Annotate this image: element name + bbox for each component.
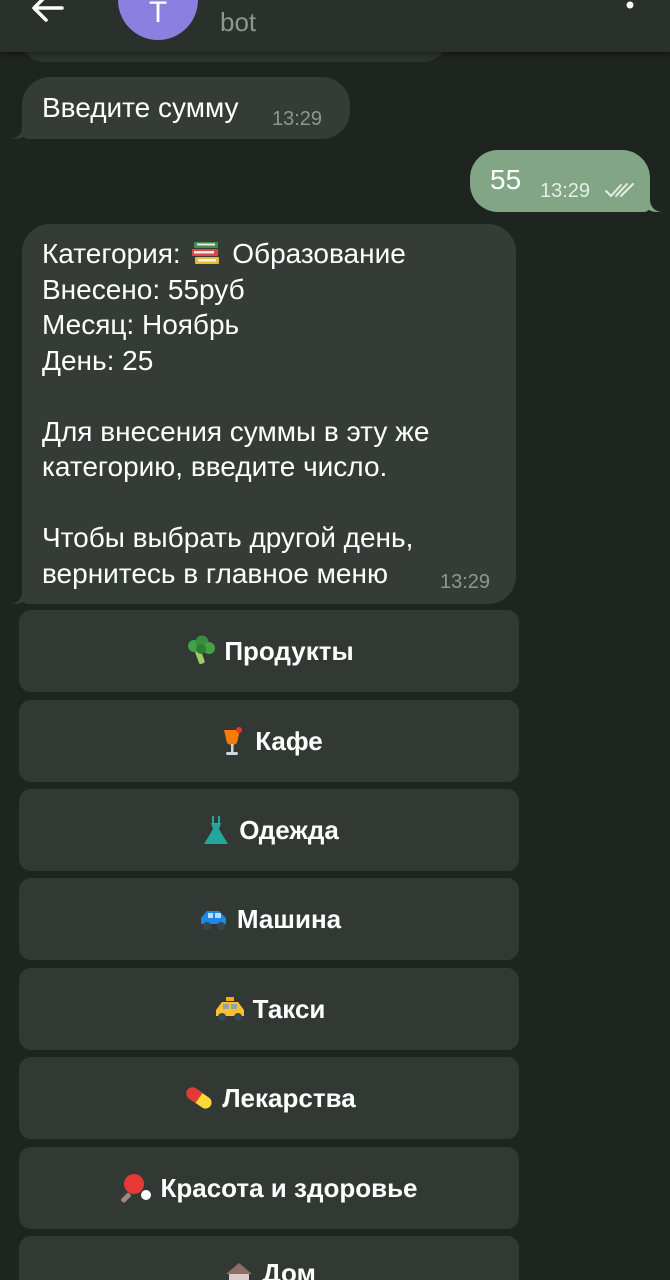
dress-icon — [204, 816, 229, 844]
car-icon — [200, 911, 226, 930]
house-icon — [226, 1263, 253, 1280]
chat-screen: T bot Введите сумму 13:29 55 13:29 Катег… — [0, 0, 670, 1280]
keyboard-button-label: Продукты — [224, 635, 354, 666]
keyboard-button-car[interactable]: Машина — [19, 878, 519, 960]
message-text: Введите сумму — [42, 92, 239, 123]
bubble-tail — [2, 586, 30, 604]
keyboard-button-home[interactable]: Дом — [19, 1236, 519, 1280]
cocktail-icon — [224, 727, 243, 755]
keyboard-button-label: Машина — [236, 903, 342, 934]
keyboard-button-label: Лекарства — [222, 1082, 356, 1113]
category-name: Образование — [232, 238, 406, 269]
message-text: Категория: Образование Внесено: 55руб Ме… — [42, 236, 429, 591]
back-arrow-icon[interactable] — [28, 0, 68, 28]
message-incoming[interactable]: Введите сумму 13:29 — [2, 77, 350, 139]
ping-pong-icon — [121, 1174, 152, 1203]
keyboard-button-label: Кафе — [255, 725, 323, 756]
category-label: Категория: — [42, 238, 181, 269]
message-time: 13:29 — [440, 571, 491, 593]
keyboard-button-clothes[interactable]: Одежда — [19, 789, 519, 871]
taxi-icon — [215, 997, 244, 1021]
keyboard-button-medicine[interactable]: Лекарства — [19, 1057, 519, 1139]
keyboard-button-cafe[interactable]: Кафе — [19, 700, 519, 782]
message-time: 13:29 — [540, 180, 591, 202]
keyboard-button-products[interactable]: Продукты — [19, 610, 519, 692]
chat-subtitle: bot — [220, 7, 257, 37]
message-text: 55 — [490, 164, 522, 195]
message-incoming-summary[interactable]: Категория: Образование Внесено: 55руб Ме… — [2, 224, 516, 604]
bubble-tail — [2, 121, 30, 139]
keyboard-button-label: Такси — [252, 993, 326, 1024]
broccoli-icon — [188, 635, 216, 665]
bubble-tail — [642, 194, 670, 212]
message-outgoing[interactable]: 55 13:29 — [470, 150, 670, 212]
keyboard-button-label: Красота и здоровье — [160, 1172, 418, 1203]
chat-header: T bot — [0, 0, 670, 52]
more-options-icon[interactable] — [624, 0, 636, 20]
double-check-icon — [605, 183, 634, 197]
keyboard-button-label: Одежда — [239, 814, 339, 845]
message-time: 13:29 — [272, 108, 323, 130]
books-icon — [192, 242, 220, 264]
keyboard-button-label: Дом — [262, 1258, 316, 1280]
avatar-letter: T — [148, 0, 168, 29]
summary-details: Внесено: 55руб Месяц: Ноябрь День: 25 Дл… — [42, 273, 430, 589]
keyboard-button-taxi[interactable]: Такси — [19, 968, 519, 1050]
pill-icon — [186, 1087, 212, 1109]
avatar[interactable]: T — [118, 0, 198, 40]
keyboard-button-beauty-health[interactable]: Красота и здоровье — [19, 1147, 519, 1229]
